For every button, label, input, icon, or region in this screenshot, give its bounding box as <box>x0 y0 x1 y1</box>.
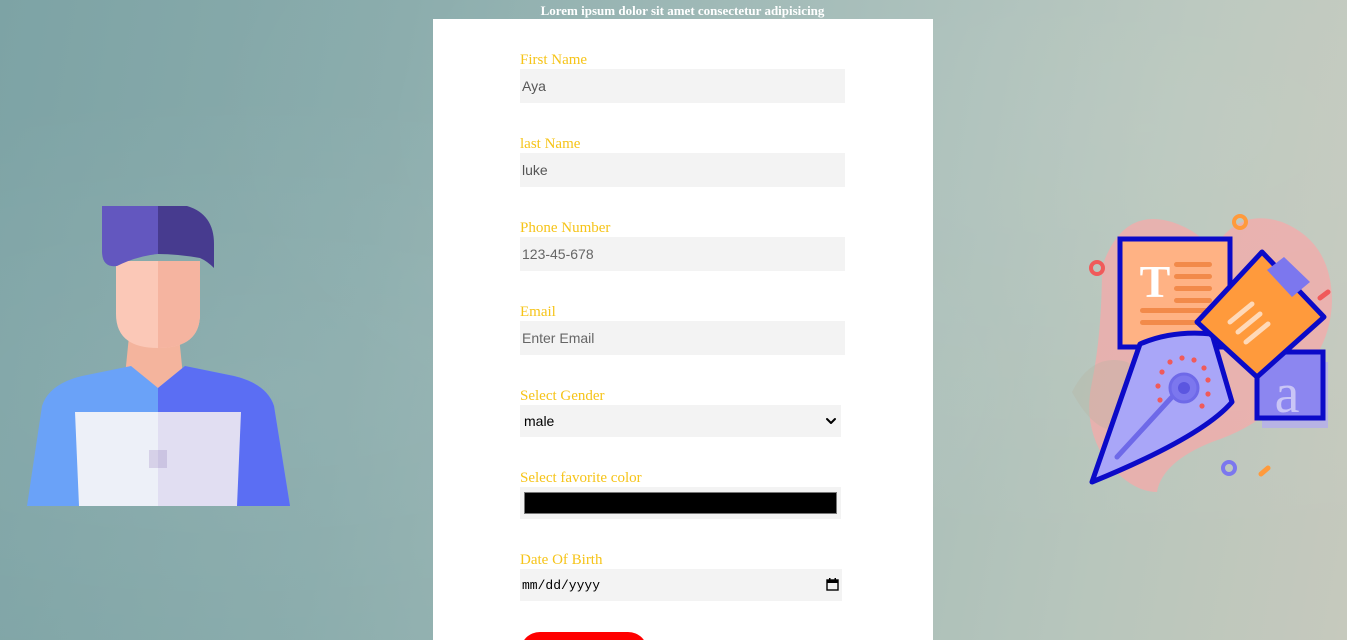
submit-button[interactable] <box>520 632 648 640</box>
email-input[interactable] <box>520 321 845 355</box>
calendar-icon[interactable] <box>826 578 839 591</box>
gender-select[interactable]: male <box>520 405 841 437</box>
person-with-laptop-icon <box>27 206 290 506</box>
phone-number-label: Phone Number <box>520 220 611 236</box>
first-name-input[interactable] <box>520 69 845 103</box>
phone-number-input[interactable] <box>520 237 845 271</box>
last-name-label: last Name <box>520 136 581 152</box>
favorite-color-label: Select favorite color <box>520 470 642 486</box>
date-of-birth-label: Date Of Birth <box>520 552 603 568</box>
pen-tool-typography-icon: a T <box>1062 212 1347 502</box>
date-of-birth-input[interactable]: mm/dd/yyyy <box>520 569 842 601</box>
registration-form: First Name last Name Phone Number Email … <box>433 19 933 640</box>
svg-text:a: a <box>1275 363 1300 425</box>
gender-selected-value: male <box>524 413 555 429</box>
page-heading: Lorem ipsum dolor sit amet consectetur a… <box>540 3 825 18</box>
first-name-label: First Name <box>520 52 588 68</box>
gender-label: Select Gender <box>520 388 605 404</box>
last-name-input[interactable] <box>520 153 845 187</box>
color-swatch <box>524 492 837 514</box>
favorite-color-picker[interactable] <box>520 487 841 519</box>
chevron-down-icon <box>826 418 836 424</box>
date-placeholder: mm/dd/yyyy <box>522 577 601 593</box>
svg-text:T: T <box>1140 256 1171 307</box>
email-label: Email <box>520 304 556 320</box>
